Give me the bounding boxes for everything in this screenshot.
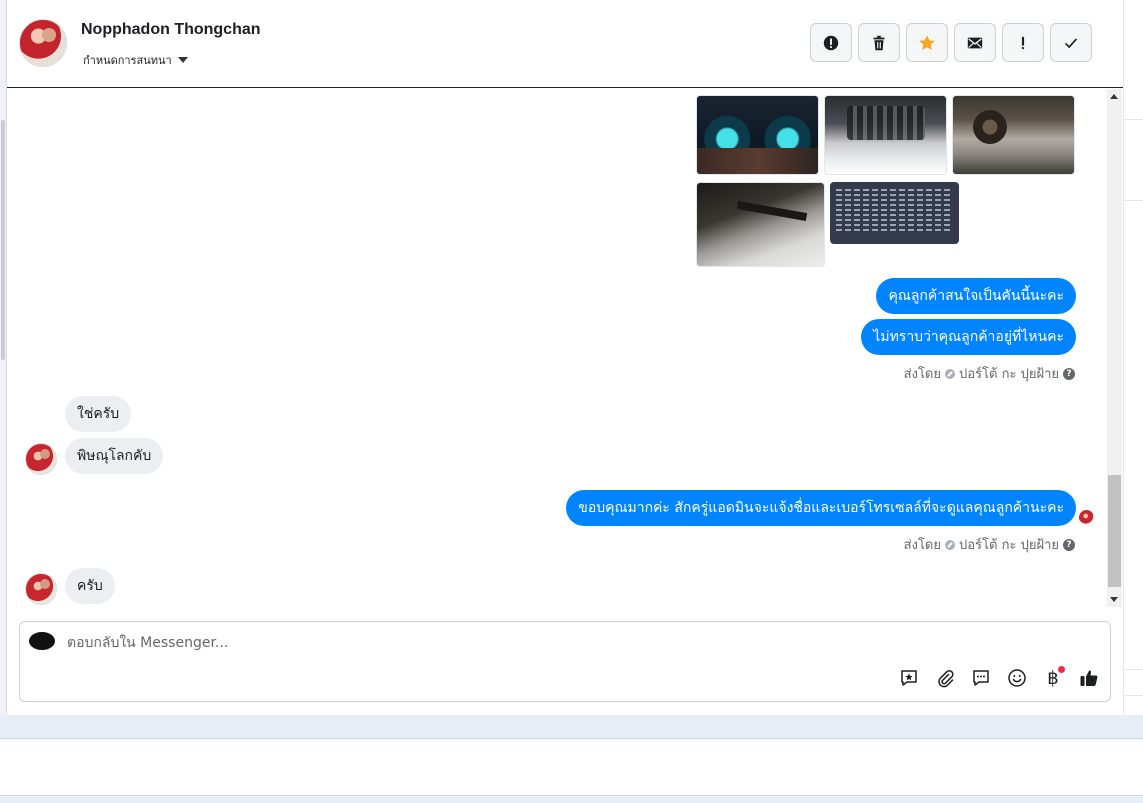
sent-by-label: ส่งโดย ปอร์โต้ กะ ปุยฝ้าย ? — [904, 534, 1075, 555]
payment-button[interactable]: ฿ — [1041, 666, 1065, 690]
contact-name[interactable]: Nopphadon Thongchan — [81, 21, 261, 39]
spec-line — [836, 189, 953, 191]
spec-line — [836, 219, 953, 221]
chat-bubble-icon — [973, 670, 989, 686]
spec-line — [836, 204, 953, 206]
reply-input[interactable] — [67, 630, 927, 656]
divider — [1123, 669, 1143, 670]
left-pane-edge — [0, 0, 7, 715]
outgoing-message[interactable]: คุณลูกค้าสนใจเป็นคันนี้นะคะ — [876, 278, 1076, 314]
contact-avatar[interactable] — [19, 19, 67, 67]
photo-attachment-spec-sheet[interactable] — [830, 182, 959, 244]
notification-dot — [1058, 666, 1065, 673]
page-footer-strip — [0, 795, 1143, 803]
checkmark-icon — [1065, 37, 1078, 48]
verified-check-icon — [945, 539, 955, 550]
exclamation-circle-icon — [823, 35, 839, 50]
page-footer-area — [0, 740, 1143, 795]
send-like-button[interactable] — [1077, 666, 1101, 690]
emoji-button[interactable] — [1005, 666, 1029, 690]
spec-line — [836, 199, 953, 201]
saved-replies-button[interactable] — [897, 666, 921, 690]
right-pane-edge — [1123, 0, 1143, 715]
thread-scrollbar-thumb[interactable] — [1108, 475, 1121, 587]
left-scrollbar-thumb[interactable] — [1, 120, 5, 360]
message-star-icon — [901, 670, 917, 686]
assign-conversation-dropdown[interactable]: กำหนดการสนทนา — [83, 51, 188, 69]
message-composer: ฿ — [19, 621, 1111, 702]
envelope-icon — [967, 37, 983, 48]
baht-icon: ฿ — [1047, 667, 1059, 689]
scroll-up-arrow-icon[interactable] — [1110, 94, 1118, 99]
incoming-message[interactable]: ครับ — [65, 568, 115, 604]
help-icon[interactable]: ? — [1063, 538, 1075, 551]
spec-line — [836, 209, 953, 211]
exclamation-icon — [1021, 36, 1025, 49]
outgoing-message[interactable]: ขอบคุณมากค่ะ สักครู่แอดมินจะแจ้งชื่อและเ… — [566, 490, 1076, 526]
sent-by-prefix: ส่งโดย — [903, 367, 941, 382]
spec-line — [836, 214, 953, 216]
spec-line — [836, 224, 953, 226]
incoming-message[interactable]: พิษณุโลกคับ — [65, 438, 164, 474]
divider — [1123, 200, 1143, 201]
message-thread: คุณลูกค้าสนใจเป็นคันนี้นะคะ ไม่ทราบว่าคุ… — [7, 89, 1105, 607]
photo-attachment-wheel[interactable] — [952, 95, 1075, 175]
composer-tools: ฿ — [897, 666, 1101, 690]
scroll-down-arrow-icon[interactable] — [1110, 597, 1118, 602]
conversation-panel: Nopphadon Thongchan กำหนดการสนทนา คุณลูก… — [7, 0, 1123, 715]
paperclip-icon — [938, 670, 954, 688]
caret-down-icon — [177, 57, 188, 63]
divider — [1123, 695, 1143, 696]
incoming-message[interactable]: ใช่ครับ — [65, 396, 132, 432]
spec-line — [836, 229, 953, 231]
contact-avatar-small[interactable] — [25, 573, 57, 605]
photo-attachment-underbody[interactable] — [696, 182, 825, 267]
star-icon — [919, 34, 935, 50]
outgoing-message[interactable]: ไม่ทราบว่าคุณลูกค้าอยู่ที่ไหนคะ — [861, 319, 1076, 355]
read-receipt-avatar — [1079, 510, 1094, 525]
photo-attachment-dashboard[interactable] — [696, 95, 819, 175]
delete-button[interactable] — [858, 23, 900, 62]
sent-by-agent: ปอร์โต้ กะ ปุยฝ้าย — [959, 367, 1059, 382]
contact-avatar-small[interactable] — [25, 443, 57, 475]
sent-by-label: ส่งโดย ปอร์โต้ กะ ปุยฝ้าย ? — [904, 363, 1075, 384]
page-logo — [29, 632, 55, 650]
divider — [1123, 119, 1143, 120]
photo-attachment-engine[interactable] — [824, 95, 947, 175]
attach-file-button[interactable] — [933, 666, 957, 690]
quick-reply-button[interactable] — [969, 666, 993, 690]
thread-scrollbar[interactable] — [1107, 89, 1122, 607]
thumbs-up-icon — [1080, 670, 1098, 686]
mark-unread-button[interactable] — [954, 23, 996, 62]
report-spam-button[interactable] — [810, 23, 852, 62]
sent-by-prefix: ส่งโดย — [903, 538, 941, 553]
spec-line — [836, 194, 953, 196]
verified-check-icon — [945, 368, 955, 379]
conversation-header: Nopphadon Thongchan กำหนดการสนทนา — [7, 0, 1123, 88]
conversation-toolbar — [810, 23, 1092, 62]
sent-by-agent: ปอร์โต้ กะ ปุยฝ้าย — [959, 538, 1059, 553]
mark-done-button[interactable] — [1050, 23, 1092, 62]
mark-important-button[interactable] — [1002, 23, 1044, 62]
page-bottom-bar — [0, 715, 1143, 739]
assign-conversation-label: กำหนดการสนทนา — [83, 54, 172, 67]
star-button[interactable] — [906, 23, 948, 62]
smiley-icon — [1008, 669, 1026, 687]
help-icon[interactable]: ? — [1063, 367, 1075, 380]
trash-icon — [873, 35, 885, 50]
